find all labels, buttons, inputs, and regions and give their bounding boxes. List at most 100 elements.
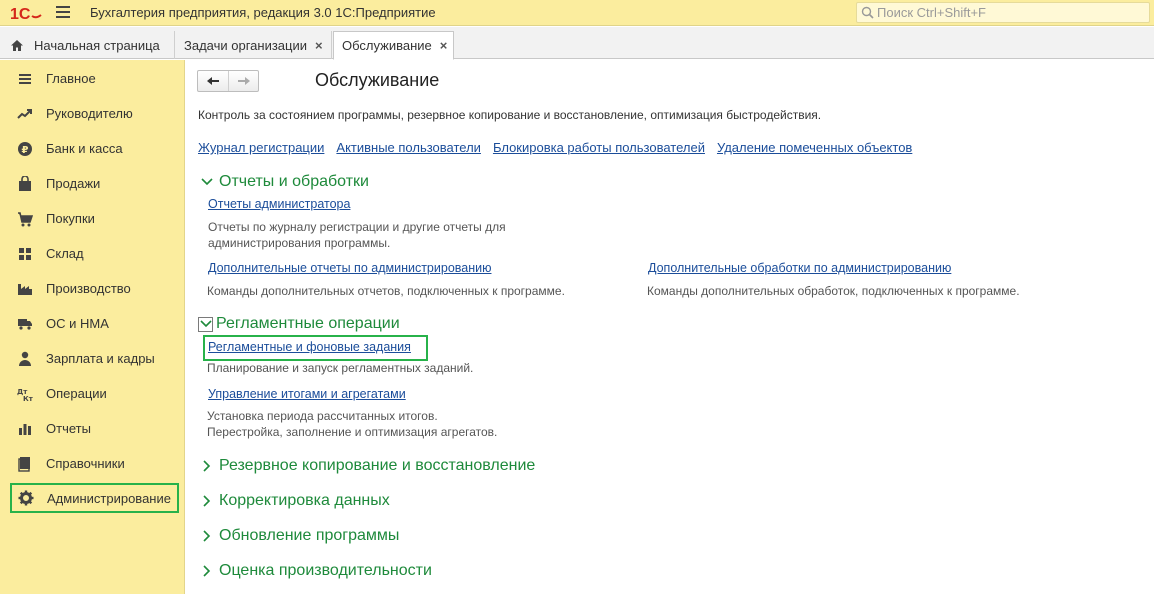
chevron-right-icon xyxy=(200,494,214,508)
sidebar-item-label: Справочники xyxy=(46,456,125,471)
chevron-right-icon xyxy=(200,529,214,543)
search-icon xyxy=(861,6,874,19)
sidebar-item-label: Склад xyxy=(46,246,84,261)
group-backup-restore[interactable]: Резервное копирование и восстановление xyxy=(200,457,535,475)
group-title: Оценка производительности xyxy=(219,562,432,579)
group-scheduled-operations[interactable]: Регламентные операции xyxy=(198,315,400,333)
sidebar-item-label: Администрирование xyxy=(47,490,171,506)
group-title: Корректировка данных xyxy=(219,492,390,509)
bag-icon xyxy=(16,175,34,193)
page-description: Контроль за состоянием программы, резерв… xyxy=(198,108,822,122)
sidebar-item-warehouse[interactable]: Склад xyxy=(0,236,185,271)
svg-text:1C: 1C xyxy=(10,6,31,22)
tab-label: Задачи организации xyxy=(184,37,308,53)
sidebar-item-label: Покупки xyxy=(46,211,95,226)
warehouse-icon xyxy=(16,245,34,263)
group-title: Регламентные операции xyxy=(216,315,400,332)
person-icon xyxy=(16,350,34,368)
svg-text:Кт: Кт xyxy=(23,395,33,402)
bar-chart-icon xyxy=(16,420,34,438)
arrow-left-icon xyxy=(207,77,219,85)
home-icon xyxy=(11,39,23,51)
link-extra-admin-reports[interactable]: Дополнительные отчеты по администрирован… xyxy=(208,261,491,275)
sidebar-item-label: ОС и НМА xyxy=(46,316,109,331)
cart-icon xyxy=(16,210,34,228)
sidebar-item-label: Операции xyxy=(46,386,107,401)
main-content: Обслуживание Контроль за состоянием прог… xyxy=(186,60,1154,594)
desc-line: администрирования программы. xyxy=(208,236,391,250)
desc-line: Перестройка, заполнение и оптимизация аг… xyxy=(207,425,498,439)
dt-kt-icon: Дт Кт xyxy=(16,385,34,403)
title-bar: 1C Бухгалтерия предприятия, редакция 3.0… xyxy=(0,0,1154,26)
group-title: Резервное копирование и восстановление xyxy=(219,457,536,474)
link-active-users[interactable]: Активные пользователи xyxy=(336,140,481,155)
tab-home[interactable]: Начальная страница xyxy=(0,31,175,59)
trend-icon xyxy=(16,105,34,123)
group-program-update[interactable]: Обновление программы xyxy=(200,527,399,545)
item-description: Команды дополнительных отчетов, подключе… xyxy=(207,284,565,298)
chevron-down-icon xyxy=(200,175,214,189)
link-delete-marked[interactable]: Удаление помеченных объектов xyxy=(717,140,912,155)
sidebar-item-manager[interactable]: Руководителю xyxy=(0,96,185,131)
tab-label: Начальная страница xyxy=(34,37,160,53)
history-nav xyxy=(197,70,259,92)
link-scheduled-jobs[interactable]: Регламентные и фоновые задания xyxy=(208,340,411,354)
sidebar-item-administration[interactable]: Администрирование xyxy=(10,483,179,513)
chevron-down-icon xyxy=(198,316,213,332)
group-title: Отчеты и обработки xyxy=(219,173,369,190)
desc-line: Отчеты по журналу регистрации и другие о… xyxy=(208,220,506,234)
truck-icon xyxy=(16,315,34,333)
link-admin-reports[interactable]: Отчеты администратора xyxy=(208,197,350,211)
sidebar-item-sales[interactable]: Продажи xyxy=(0,166,185,201)
sidebar-item-fixed-assets[interactable]: ОС и НМА xyxy=(0,306,185,341)
app-title: Бухгалтерия предприятия, редакция 3.0 1С… xyxy=(90,5,436,20)
tab-organization-tasks[interactable]: Задачи организации × xyxy=(176,31,332,59)
ruble-icon: ₽ xyxy=(16,140,34,158)
link-event-log[interactable]: Журнал регистрации xyxy=(198,140,324,155)
item-description: Планирование и запуск регламентных задан… xyxy=(207,361,474,375)
desc-line: Установка периода рассчитанных итогов. xyxy=(207,409,438,423)
group-reports-processing[interactable]: Отчеты и обработки xyxy=(200,173,369,191)
sidebar-item-salary[interactable]: Зарплата и кадры xyxy=(0,341,185,376)
item-description: Отчеты по журналу регистрации и другие о… xyxy=(208,219,506,251)
sidebar-item-purchases[interactable]: Покупки xyxy=(0,201,185,236)
sidebar-item-label: Главное xyxy=(46,71,96,86)
top-links: Журнал регистрации Активные пользователи… xyxy=(198,140,912,155)
close-icon[interactable]: × xyxy=(440,38,448,53)
sidebar-item-label: Продажи xyxy=(46,176,101,191)
sidebar-item-label: Банк и касса xyxy=(46,141,123,156)
item-description: Команды дополнительных обработок, подклю… xyxy=(647,284,1020,298)
1c-logo: 1C xyxy=(10,6,42,22)
search-box[interactable] xyxy=(856,2,1150,23)
back-button[interactable] xyxy=(198,71,228,91)
forward-button[interactable] xyxy=(228,71,258,91)
page-title: Обслуживание xyxy=(315,70,440,90)
sidebar-item-label: Руководителю xyxy=(46,106,133,121)
close-icon[interactable]: × xyxy=(315,38,323,53)
list-icon xyxy=(16,70,34,88)
svg-text:₽: ₽ xyxy=(22,145,29,156)
tab-maintenance[interactable]: Обслуживание × xyxy=(333,31,454,60)
sidebar-item-operations[interactable]: Дт Кт Операции xyxy=(0,376,185,411)
sidebar-item-reports[interactable]: Отчеты xyxy=(0,411,185,446)
sidebar-item-label: Производство xyxy=(46,281,131,296)
sidebar-item-label: Зарплата и кадры xyxy=(46,351,155,366)
link-totals-aggregates[interactable]: Управление итогами и агрегатами xyxy=(208,387,406,401)
book-icon xyxy=(16,455,34,473)
chevron-right-icon xyxy=(200,459,214,473)
tab-label: Обслуживание xyxy=(342,38,432,53)
sidebar-item-main[interactable]: Главное xyxy=(0,61,185,96)
group-performance[interactable]: Оценка производительности xyxy=(200,562,432,580)
group-data-correction[interactable]: Корректировка данных xyxy=(200,492,390,510)
sidebar-item-references[interactable]: Справочники xyxy=(0,446,185,481)
main-menu-icon[interactable] xyxy=(56,6,70,19)
link-extra-admin-processing[interactable]: Дополнительные обработки по администриро… xyxy=(648,261,951,275)
gear-icon xyxy=(17,489,35,507)
sidebar-item-bank[interactable]: ₽ Банк и касса xyxy=(0,131,185,166)
sidebar-item-production[interactable]: Производство xyxy=(0,271,185,306)
link-user-lock[interactable]: Блокировка работы пользователей xyxy=(493,140,705,155)
search-input[interactable] xyxy=(877,4,1145,21)
chevron-right-icon xyxy=(200,564,214,578)
sidebar: Главное Руководителю ₽ Банк и касса Прод… xyxy=(0,60,185,594)
sidebar-item-label: Отчеты xyxy=(46,421,91,436)
